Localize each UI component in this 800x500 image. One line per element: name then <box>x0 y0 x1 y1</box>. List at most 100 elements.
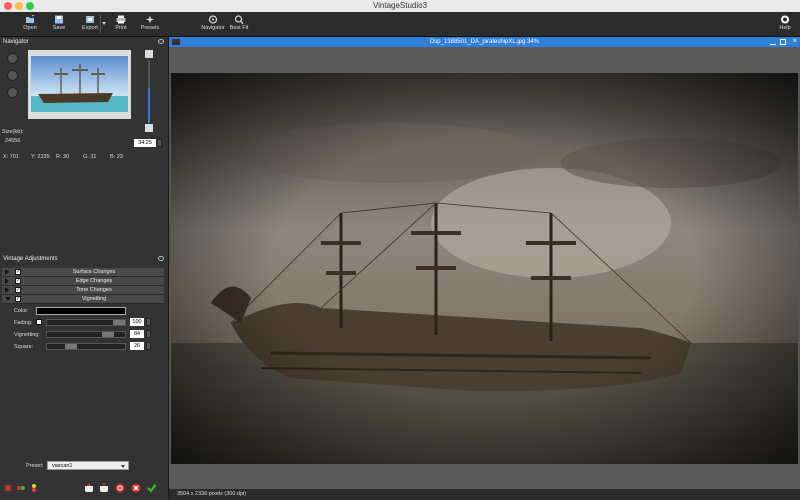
tone-changes-checkbox[interactable]: ✓ <box>15 287 21 293</box>
vignetting-slider-thumb[interactable] <box>102 332 114 337</box>
vignetting-stepper[interactable] <box>146 330 151 338</box>
zoom-fit-button[interactable] <box>7 70 18 81</box>
zoom-up-button[interactable] <box>145 50 153 58</box>
help-button[interactable]: Help <box>770 12 800 36</box>
square-value[interactable]: 26 <box>130 342 144 350</box>
coord-y: Y: 2335 <box>31 154 50 160</box>
square-label: Square: <box>14 344 34 350</box>
fading-checkbox[interactable] <box>36 319 42 325</box>
navigator-thumbnail[interactable] <box>28 50 131 119</box>
minimize-doc-button[interactable] <box>770 39 776 45</box>
app-title: VintageStudio3 <box>372 1 428 10</box>
size-value: 24556 <box>5 138 21 144</box>
save-button[interactable]: Save <box>42 12 76 36</box>
zoom-out-button[interactable] <box>7 53 18 64</box>
presets-button[interactable]: Presets <box>133 12 167 36</box>
canvas-margin-bottom <box>169 464 800 489</box>
section-label: Vignetting <box>81 296 107 302</box>
surface-changes-checkbox[interactable]: ✓ <box>15 269 21 275</box>
open-icon <box>26 15 35 23</box>
image-document-window: Dsp_1388501_DA_pirateshipXL.jpg 34% × 35… <box>169 36 800 500</box>
preset-select[interactable]: vascan1 <box>47 461 129 470</box>
zoom-value[interactable]: 34.25 <box>134 139 156 147</box>
square-slider-thumb[interactable] <box>65 344 77 349</box>
cancel-icon[interactable] <box>131 483 141 493</box>
zoom-down-button[interactable] <box>145 124 153 132</box>
export-icon <box>86 16 94 23</box>
help-icon <box>781 15 789 24</box>
size-label: Size(kb): <box>2 129 24 135</box>
chevron-down-icon <box>121 465 125 468</box>
best-fit-button[interactable]: Best Fit <box>222 12 256 36</box>
section-label: Tone Changes <box>76 287 112 293</box>
fading-label: Fading: <box>14 320 33 326</box>
fading-slider[interactable] <box>46 319 126 326</box>
maximize-doc-button[interactable] <box>780 39 786 45</box>
square-stepper[interactable] <box>146 342 151 350</box>
minimize-window-button[interactable] <box>15 2 23 10</box>
random-preset-icon[interactable] <box>3 483 13 493</box>
adjustments-visibility-icon[interactable] <box>158 256 164 261</box>
square-slider[interactable] <box>46 343 126 350</box>
fading-value[interactable]: 100 <box>130 318 144 326</box>
vignetting-slider[interactable] <box>46 331 126 338</box>
vignetting-checkbox[interactable]: ✓ <box>15 296 21 302</box>
zoom-actual-button[interactable] <box>7 87 18 98</box>
help-label: Help <box>779 25 791 31</box>
flowers-icon[interactable] <box>29 483 39 493</box>
status-bar: 3504 x 2336 pixels (300 dpi) <box>169 489 800 500</box>
section-surface-changes[interactable]: ✓ Surface Changes <box>2 268 164 277</box>
save-label: Save <box>52 25 66 31</box>
document-title: Dsp_1388501_DA_pirateshipXL.jpg 34% <box>429 39 540 45</box>
color-b: B: 23 <box>110 154 123 160</box>
document-titlebar: Dsp_1388501_DA_pirateshipXL.jpg 34% × <box>169 36 800 47</box>
navigator-visibility-icon[interactable] <box>158 39 164 44</box>
load-preset-icon[interactable] <box>99 483 109 493</box>
presets-label: Presets <box>140 25 160 31</box>
apply-checkmark-icon[interactable] <box>147 483 157 493</box>
navigator-header: Navigator <box>0 37 168 47</box>
edge-changes-checkbox[interactable]: ✓ <box>15 278 21 284</box>
section-vignetting[interactable]: ✓ Vignetting <box>2 295 164 304</box>
expand-arrow-icon[interactable] <box>5 269 9 275</box>
adjustments-title: Vintage Adjustments <box>3 256 58 262</box>
expand-arrow-icon[interactable] <box>5 278 9 284</box>
vintage-pirate-ship-photo[interactable] <box>171 73 798 464</box>
collapse-arrow-icon[interactable] <box>5 297 11 301</box>
preset-value: vascan1 <box>52 463 73 469</box>
section-label: Edge Changes <box>75 278 113 284</box>
presets-icon <box>146 15 154 24</box>
vignetting-value[interactable]: 84 <box>130 330 144 338</box>
reset-icon[interactable] <box>115 483 125 493</box>
image-dimensions: 3504 x 2336 pixels (300 dpi) <box>177 491 247 497</box>
thumbnail-image <box>28 50 131 119</box>
navigator-title: Navigator <box>3 39 29 45</box>
ship-image <box>171 73 798 464</box>
close-doc-icon[interactable]: × <box>792 36 797 46</box>
zoom-window-button[interactable] <box>26 2 34 10</box>
main-toolbar: Open Save Export Print Presets Navigator… <box>0 12 800 37</box>
zoom-slider[interactable] <box>144 50 154 132</box>
section-tone-changes[interactable]: ✓ Tone Changes <box>2 286 164 295</box>
adjustments-header: Vintage Adjustments <box>0 254 168 264</box>
print-icon <box>116 15 126 24</box>
coord-x: X: 701 <box>3 154 19 160</box>
close-window-button[interactable] <box>4 2 12 10</box>
color-label: Color: <box>14 308 29 314</box>
zoom-level-fill <box>148 88 150 123</box>
vignetting-label: Vignetting: <box>14 332 40 338</box>
vignette-color-swatch[interactable] <box>36 307 126 315</box>
section-edge-changes[interactable]: ✓ Edge Changes <box>2 277 164 286</box>
fading-stepper[interactable] <box>146 318 151 326</box>
left-panel: Navigator Size(kb): 24556 34.25 X: 701 Y… <box>0 37 169 500</box>
best-fit-icon <box>234 15 244 24</box>
document-app-icon <box>172 39 180 45</box>
zoom-value-stepper[interactable] <box>157 139 162 147</box>
expand-arrow-icon[interactable] <box>5 287 9 293</box>
palette-icon[interactable] <box>16 483 26 493</box>
navigator-icon <box>208 15 218 24</box>
save-preset-icon[interactable] <box>84 483 94 493</box>
color-g: G: 31 <box>83 154 97 160</box>
fading-slider-thumb[interactable] <box>113 320 125 325</box>
best-fit-label: Best Fit <box>229 25 249 31</box>
